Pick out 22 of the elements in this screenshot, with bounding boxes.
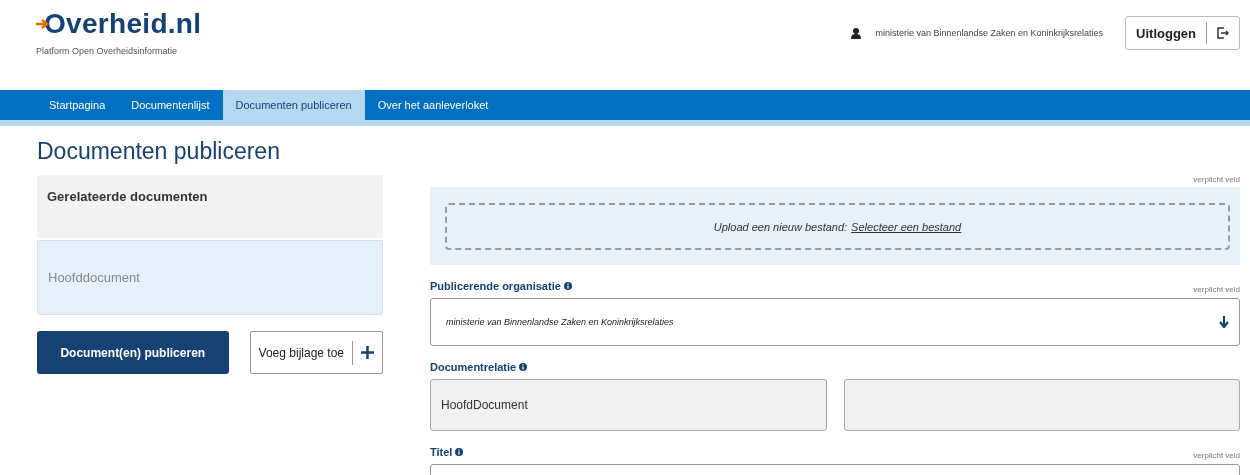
field-label: Titel xyxy=(430,446,453,458)
site-subtitle: Platform Open Overheidsinformatie xyxy=(36,46,179,56)
select-file-link[interactable]: Selecteer een bestand xyxy=(851,220,962,233)
nav-tab[interactable]: Documentenlijst xyxy=(118,90,223,120)
logout-button[interactable]: Uitloggen xyxy=(1125,16,1240,50)
nav-tab[interactable]: Startpagina xyxy=(36,90,119,120)
field-label: Publicerende organisatie xyxy=(430,280,561,292)
panel-heading: Gerelateerde documenten xyxy=(37,175,383,238)
required-note: verplicht veld xyxy=(1193,175,1240,184)
field-label: Documentrelatie xyxy=(430,361,517,373)
site-logo[interactable]: Overheid.nl xyxy=(44,8,202,40)
required-note: verplicht veld xyxy=(1193,285,1240,294)
nav-tab[interactable]: Over het aanleverloket xyxy=(364,90,502,120)
add-attachment-button[interactable]: Voeg bijlage toe xyxy=(249,331,383,374)
organization-select[interactable]: ministerie van Binnenlandse Zaken en Koninkrijksrelaties xyxy=(430,298,1240,346)
relation-field[interactable]: HoofdDocument xyxy=(430,379,827,431)
required-note: verplicht veld xyxy=(1193,451,1240,460)
user-organization: ministerie van Binnenlandse Zaken en Koninkrijksrelaties xyxy=(875,28,1104,38)
publish-button[interactable]: Document(en) publiceren xyxy=(37,331,229,374)
upload-dropzone[interactable]: Upload een nieuw bestand: Selecteer een bestand xyxy=(445,203,1230,250)
nav-tab[interactable]: Documenten publiceren xyxy=(222,90,365,120)
page-title: Documenten publiceren xyxy=(37,138,281,165)
